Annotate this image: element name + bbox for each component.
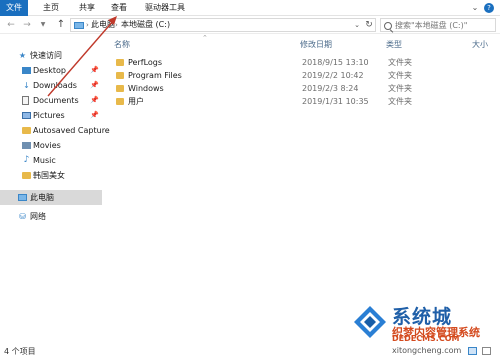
document-icon bbox=[22, 96, 29, 105]
pin-icon[interactable]: 📌 bbox=[90, 66, 99, 74]
file-name: Windows bbox=[128, 84, 164, 93]
nav-label: Desktop bbox=[33, 66, 66, 75]
nav-item-pictures[interactable]: Pictures 📌 bbox=[0, 108, 102, 123]
tab-share[interactable]: 共享 bbox=[74, 0, 100, 16]
column-header-size[interactable]: 大小 bbox=[472, 38, 488, 52]
column-header-label: 名称 bbox=[114, 40, 130, 49]
file-date: 2019/1/31 10:35 bbox=[302, 97, 369, 106]
pin-icon[interactable]: 📌 bbox=[90, 96, 99, 104]
file-row[interactable]: PerfLogs 2018/9/15 13:10 文件夹 bbox=[104, 56, 494, 69]
nav-label: Autosaved Capture bbox=[33, 126, 110, 135]
logo-icon bbox=[354, 306, 386, 338]
column-header-name[interactable]: 名称 bbox=[114, 38, 130, 52]
folder-icon bbox=[22, 172, 31, 179]
navigation-pane: ★ 快速访问 Desktop 📌 ↓ Downloads 📌 Documents… bbox=[0, 34, 110, 342]
nav-label: 此电脑 bbox=[30, 193, 54, 202]
search-input[interactable] bbox=[395, 19, 493, 31]
refresh-icon[interactable]: ↻ bbox=[364, 19, 374, 31]
nav-item-this-pc[interactable]: 此电脑 bbox=[0, 190, 102, 205]
folder-icon bbox=[116, 85, 124, 92]
nav-label: 快速访问 bbox=[30, 51, 62, 60]
folder-icon bbox=[116, 59, 124, 66]
help-icon[interactable]: ? bbox=[484, 3, 494, 13]
computer-icon bbox=[18, 194, 27, 201]
breadcrumb-this-pc[interactable]: 此电脑 bbox=[91, 19, 115, 31]
tab-file[interactable]: 文件 bbox=[0, 0, 28, 16]
nav-label: 韩国美女 bbox=[33, 171, 65, 180]
file-name: PerfLogs bbox=[128, 58, 163, 67]
file-type: 文件夹 bbox=[388, 97, 412, 106]
search-box[interactable] bbox=[380, 18, 496, 32]
nav-item-music[interactable]: ♪ Music bbox=[0, 153, 102, 168]
computer-icon bbox=[74, 22, 84, 29]
nav-item-documents[interactable]: Documents 📌 bbox=[0, 93, 102, 108]
address-row: ← → ▼ ↑ › 此电脑 › 本地磁盘 (C:) ⌄ ↻ bbox=[0, 16, 500, 34]
breadcrumb-local-disk[interactable]: 本地磁盘 (C:) bbox=[121, 19, 170, 31]
nav-label: Downloads bbox=[33, 81, 77, 90]
folder-icon bbox=[22, 127, 31, 134]
tab-home[interactable]: 主页 bbox=[38, 0, 64, 16]
nav-item-autosaved-capture[interactable]: Autosaved Capture bbox=[0, 123, 110, 138]
breadcrumb-separator-icon[interactable]: › bbox=[86, 19, 89, 31]
file-type: 文件夹 bbox=[388, 84, 412, 93]
tab-view[interactable]: 查看 bbox=[106, 0, 132, 16]
chevron-down-icon[interactable]: ⌄ bbox=[470, 3, 480, 13]
file-row[interactable]: Windows 2019/2/3 8:24 文件夹 bbox=[104, 82, 494, 95]
picture-icon bbox=[22, 112, 31, 119]
folder-icon bbox=[116, 72, 124, 79]
sort-chevron-up-icon: ⌃ bbox=[202, 34, 208, 42]
column-header-date[interactable]: 修改日期 bbox=[300, 38, 332, 52]
nav-item-downloads[interactable]: ↓ Downloads 📌 bbox=[0, 78, 102, 93]
address-bar[interactable]: › 此电脑 › 本地磁盘 (C:) ⌄ ↻ bbox=[70, 18, 376, 32]
recent-locations-chevron-icon[interactable]: ▼ bbox=[38, 19, 48, 31]
item-count: 4 个项目 bbox=[4, 347, 36, 356]
search-icon bbox=[384, 22, 392, 30]
up-arrow-icon[interactable]: ↑ bbox=[56, 19, 66, 31]
nav-item-desktop[interactable]: Desktop 📌 bbox=[0, 63, 102, 78]
nav-label: Documents bbox=[33, 96, 79, 105]
back-arrow-icon[interactable]: ← bbox=[6, 19, 16, 31]
download-icon: ↓ bbox=[23, 81, 30, 90]
nav-label: 网络 bbox=[30, 212, 46, 221]
pin-icon[interactable]: 📌 bbox=[90, 111, 99, 119]
music-icon: ♪ bbox=[23, 155, 30, 165]
file-name: 用户 bbox=[128, 97, 144, 106]
file-row[interactable]: Program Files 2019/2/2 10:42 文件夹 bbox=[104, 69, 494, 82]
forward-arrow-icon[interactable]: → bbox=[22, 19, 32, 31]
movie-icon bbox=[22, 142, 31, 149]
nav-label: Pictures bbox=[33, 111, 65, 120]
network-icon: ⛁ bbox=[19, 212, 26, 221]
file-row[interactable]: 用户 2019/1/31 10:35 文件夹 bbox=[104, 95, 494, 108]
watermark-dedecms: DEDECMS.COM bbox=[392, 334, 460, 343]
nav-item-movies[interactable]: Movies bbox=[0, 138, 102, 153]
file-type: 文件夹 bbox=[388, 58, 412, 67]
nav-item-network[interactable]: ⛁ 网络 bbox=[0, 209, 102, 224]
star-icon: ★ bbox=[18, 51, 27, 60]
file-date: 2019/2/2 10:42 bbox=[302, 71, 364, 80]
nav-label: Movies bbox=[33, 141, 61, 150]
tab-drive-tools[interactable]: 驱动器工具 bbox=[140, 0, 190, 16]
breadcrumb-separator-icon[interactable]: › bbox=[115, 19, 118, 31]
watermark-url: xitongcheng.com bbox=[392, 346, 462, 355]
file-name: Program Files bbox=[128, 71, 182, 80]
pin-icon[interactable]: 📌 bbox=[90, 81, 99, 89]
folder-icon bbox=[116, 98, 124, 105]
file-date: 2019/2/3 8:24 bbox=[302, 84, 359, 93]
nav-label: Music bbox=[33, 156, 56, 165]
file-date: 2018/9/15 13:10 bbox=[302, 58, 369, 67]
file-type: 文件夹 bbox=[388, 71, 412, 80]
ribbon-tab-bar: 文件 主页 共享 查看 驱动器工具 ⌄ ? bbox=[0, 0, 500, 16]
desktop-icon bbox=[22, 67, 31, 74]
watermark: 系统城 织梦内容管理系统 xitongcheng.com DEDECMS.COM bbox=[352, 296, 500, 360]
address-dropdown-icon[interactable]: ⌄ bbox=[352, 19, 362, 31]
nav-item-korean-folder[interactable]: 韩国美女 bbox=[0, 168, 102, 183]
column-header-type[interactable]: 类型 bbox=[386, 38, 402, 52]
nav-quick-access[interactable]: ★ 快速访问 bbox=[0, 48, 102, 63]
